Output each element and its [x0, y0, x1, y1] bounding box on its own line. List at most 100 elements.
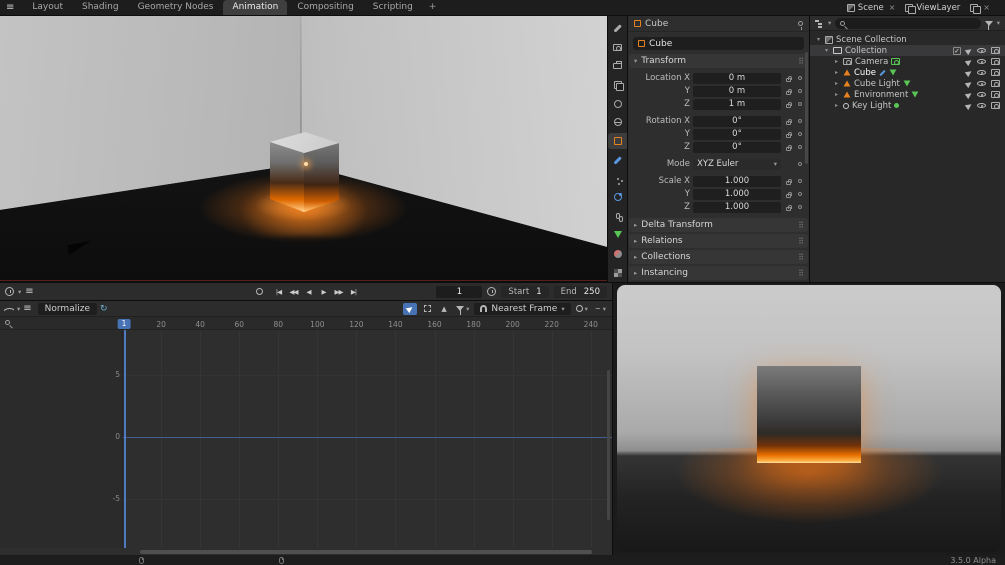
- playhead-line[interactable]: [124, 330, 126, 548]
- render-visibility-icon[interactable]: [991, 69, 1000, 76]
- animate-dot[interactable]: [798, 192, 802, 196]
- add-workspace-button[interactable]: +: [423, 0, 443, 15]
- graph-editor-icon[interactable]: [4, 305, 14, 313]
- pin-icon[interactable]: [798, 21, 803, 30]
- drag-handle-icon[interactable]: ⠿: [798, 57, 804, 66]
- horizontal-scrollbar-track[interactable]: [0, 548, 612, 555]
- workspace-tab-scripting[interactable]: Scripting: [364, 0, 422, 15]
- timeline-menu-icon[interactable]: ≡: [25, 286, 33, 297]
- scene-unlink-icon[interactable]: ×: [889, 3, 896, 12]
- tree-row-environment[interactable]: ▸ Environment: [810, 89, 1005, 100]
- normalize-toggle[interactable]: Normalize: [37, 302, 97, 315]
- animate-dot[interactable]: [798, 179, 802, 183]
- tree-row-collection[interactable]: ▾ Collection ✓: [810, 45, 1005, 56]
- lock-icon[interactable]: [786, 191, 792, 198]
- hide-eye-icon[interactable]: [977, 102, 986, 109]
- jump-to-end-button[interactable]: ▶|: [347, 285, 360, 298]
- expand-icon[interactable]: ▸: [833, 69, 840, 76]
- tree-row-camera[interactable]: ▸ Camera: [810, 56, 1005, 67]
- workspace-tab-animation[interactable]: Animation: [223, 0, 288, 15]
- animate-dot[interactable]: [798, 162, 802, 166]
- collapse-icon[interactable]: ▾: [823, 47, 830, 54]
- sync-clock-icon[interactable]: [487, 287, 497, 296]
- lock-icon[interactable]: [786, 75, 792, 82]
- hide-eye-icon[interactable]: [977, 47, 986, 54]
- lock-icon[interactable]: [786, 178, 792, 185]
- tab-tool-icon[interactable]: [608, 20, 627, 37]
- tab-particles-icon[interactable]: [608, 170, 627, 187]
- collapse-icon[interactable]: ▾: [815, 36, 822, 43]
- animate-dot[interactable]: [798, 89, 802, 93]
- hide-eye-icon[interactable]: [977, 91, 986, 98]
- rotation-x-field[interactable]: 0°: [693, 115, 781, 127]
- rotation-z-field[interactable]: 0°: [693, 141, 781, 153]
- horizontal-scrollbar-thumb[interactable]: [140, 549, 592, 554]
- properties-scrollbar[interactable]: [805, 52, 808, 164]
- tree-row-cube-light[interactable]: ▸ Cube Light: [810, 78, 1005, 89]
- graph-menu-icon[interactable]: ≡: [23, 303, 31, 314]
- tab-scene-icon[interactable]: [608, 95, 627, 112]
- scene-selector[interactable]: Scene ×: [846, 3, 896, 13]
- selectable-icon[interactable]: [964, 79, 974, 88]
- location-x-field[interactable]: 0 m: [693, 72, 781, 84]
- animate-dot[interactable]: [798, 132, 802, 136]
- animate-dot[interactable]: [798, 76, 802, 80]
- app-menu-icon[interactable]: ≡: [6, 2, 14, 13]
- camera-preview-viewport[interactable]: [613, 283, 1005, 555]
- expand-icon[interactable]: ▸: [833, 80, 840, 87]
- render-visibility-icon[interactable]: [991, 58, 1000, 65]
- filter-button[interactable]: ▾: [454, 303, 471, 315]
- animate-dot[interactable]: [798, 145, 802, 149]
- previous-keyframe-button[interactable]: ◀◀: [287, 285, 300, 298]
- graph-plot[interactable]: 5 0 -5: [0, 330, 612, 548]
- scale-y-field[interactable]: 1.000: [693, 188, 781, 200]
- selectable-icon[interactable]: [964, 46, 974, 55]
- render-visibility-icon[interactable]: [991, 47, 1000, 54]
- workspace-tab-shading[interactable]: Shading: [73, 0, 128, 15]
- animate-dot[interactable]: [798, 102, 802, 106]
- expand-icon[interactable]: ▸: [833, 58, 840, 65]
- tab-output-icon[interactable]: [608, 58, 627, 75]
- outliner-search-input[interactable]: [835, 17, 981, 29]
- tab-modifiers-icon[interactable]: [608, 151, 627, 168]
- workspace-tab-geometry-nodes[interactable]: Geometry Nodes: [129, 0, 223, 15]
- vertical-scrollbar[interactable]: [607, 370, 610, 520]
- collection-checkbox[interactable]: ✓: [953, 46, 961, 55]
- instancing-panel-header[interactable]: ▸ Instancing ⠿: [629, 266, 808, 280]
- start-frame-field[interactable]: Start 1: [501, 285, 549, 298]
- tab-world-icon[interactable]: [608, 114, 627, 131]
- tree-row-scene-collection[interactable]: ▾ Scene Collection: [810, 34, 1005, 45]
- selectable-icon[interactable]: [964, 68, 974, 77]
- proportional-editing-button[interactable]: ▾: [574, 303, 590, 315]
- rotation-y-field[interactable]: 0°: [693, 128, 781, 140]
- lock-icon[interactable]: [786, 204, 792, 211]
- location-y-field[interactable]: 0 m: [693, 85, 781, 97]
- workspace-tab-layout[interactable]: Layout: [23, 0, 72, 15]
- drag-handle-icon[interactable]: ⠿: [798, 237, 804, 246]
- timeline-editor-icon[interactable]: [5, 287, 14, 296]
- box-select-button[interactable]: [420, 303, 434, 315]
- tree-row-cube[interactable]: ▸ Cube: [810, 67, 1005, 78]
- tree-row-key-light[interactable]: ▸ Key Light: [810, 100, 1005, 111]
- refresh-icon[interactable]: ↻: [100, 304, 108, 314]
- filter-icon[interactable]: [984, 20, 993, 30]
- current-frame-field[interactable]: 1: [436, 285, 483, 298]
- snap-dropdown[interactable]: Nearest Frame ▾: [474, 302, 571, 315]
- lock-icon[interactable]: [786, 88, 792, 95]
- playhead-frame-badge[interactable]: 1: [117, 318, 131, 329]
- hide-eye-icon[interactable]: [977, 80, 986, 87]
- drag-handle-icon[interactable]: ⠿: [798, 269, 804, 278]
- lock-icon[interactable]: [786, 144, 792, 151]
- drag-handle-icon[interactable]: ⠿: [798, 253, 804, 262]
- tab-constraints-icon[interactable]: [608, 208, 627, 225]
- render-visibility-icon[interactable]: [991, 91, 1000, 98]
- tab-render-icon[interactable]: [608, 39, 627, 56]
- scene-cube-object[interactable]: [240, 126, 368, 236]
- render-visibility-icon[interactable]: [991, 102, 1000, 109]
- channel-search-icon[interactable]: [5, 320, 10, 325]
- auto-key-icon[interactable]: [256, 288, 263, 295]
- viewport-3d[interactable]: [0, 16, 607, 282]
- hide-eye-icon[interactable]: [977, 58, 986, 65]
- selectable-icon[interactable]: [964, 101, 974, 110]
- lock-icon[interactable]: [786, 131, 792, 138]
